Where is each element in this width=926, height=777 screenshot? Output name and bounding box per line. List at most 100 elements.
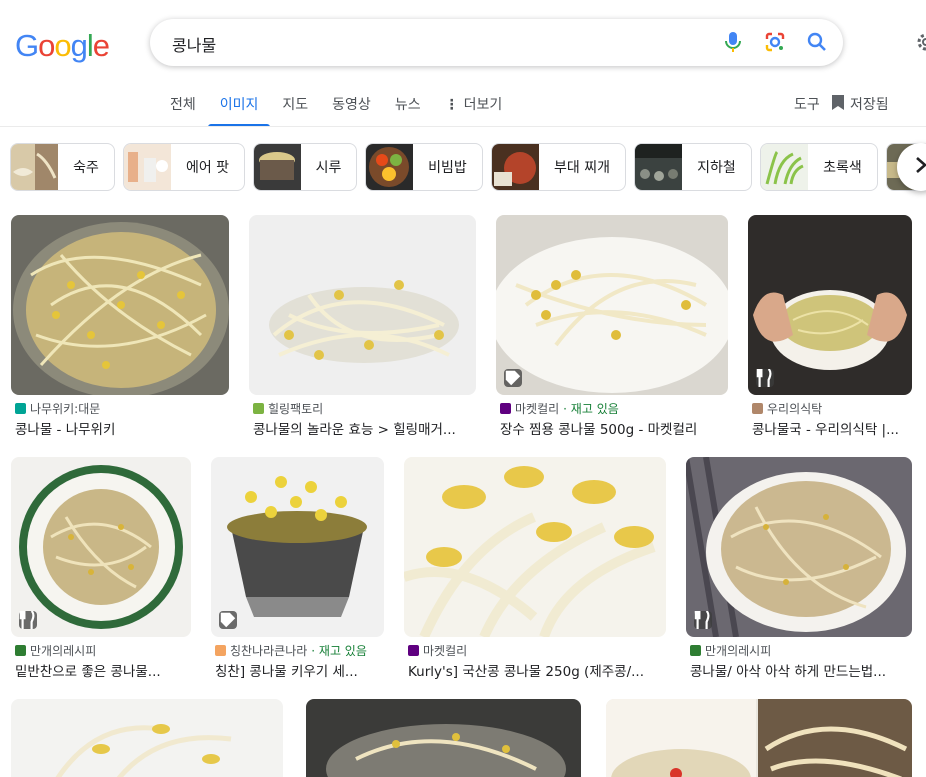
- logo-letter: g: [70, 28, 88, 63]
- source-name: 마켓컬리: [423, 644, 468, 658]
- tab-label: 더보기: [463, 97, 503, 113]
- tools-button[interactable]: 도구: [794, 94, 820, 114]
- tab-label: 동영상: [332, 97, 371, 113]
- tab-label: 뉴스: [394, 97, 421, 113]
- chip-subway[interactable]: 지하철: [634, 143, 752, 191]
- chip-airpod[interactable]: 에어 팟: [123, 143, 245, 191]
- shopping-tag-icon: [504, 369, 522, 387]
- search-box[interactable]: 콩나물: [150, 19, 843, 66]
- site-favicon: [752, 403, 763, 414]
- result-image[interactable]: [748, 215, 912, 395]
- search-input[interactable]: 콩나물: [172, 32, 216, 56]
- chip-label: 숙주: [73, 160, 99, 176]
- chip-bibimbap[interactable]: 비빔밥: [365, 143, 483, 191]
- chip-green[interactable]: 초록색: [760, 143, 878, 191]
- result-image[interactable]: [11, 215, 229, 395]
- chip-thumbnail: [761, 144, 808, 190]
- tab-more[interactable]: ⋮ 더보기: [433, 84, 515, 127]
- gear-icon[interactable]: [914, 30, 926, 54]
- tab-maps[interactable]: 지도: [270, 84, 320, 127]
- logo-letter: o: [54, 28, 71, 63]
- result-title[interactable]: 밑반찬으로 좋은 콩나물...: [15, 660, 191, 680]
- result-source[interactable]: 나무위키:대문: [15, 400, 229, 417]
- more-vert-icon: ⋮: [444, 97, 459, 113]
- chip-thumbnail: [124, 144, 171, 190]
- result-image[interactable]: [496, 215, 728, 395]
- result-title[interactable]: 장수 찜용 콩나물 500g - 마켓컬리: [500, 418, 728, 438]
- chip-label: 에어 팟: [185, 160, 230, 176]
- source-name: 우리의식탁: [767, 402, 823, 416]
- source-name: 힐링팩토리: [268, 402, 324, 416]
- chevron-right-icon: [914, 156, 926, 178]
- tab-images[interactable]: 이미지: [207, 84, 271, 127]
- tab-label: 이미지: [219, 97, 259, 113]
- chip-thumbnail: [254, 144, 301, 190]
- recipe-icon: [756, 369, 774, 387]
- shopping-tag-icon: [219, 611, 237, 629]
- related-chips: 숙주 에어 팟 시루 비빔밥 부대 찌개 지하철 초록색: [10, 143, 926, 191]
- chip-budae-jjigae[interactable]: 부대 찌개: [491, 143, 626, 191]
- chip-thumbnail: [635, 144, 682, 190]
- site-favicon: [408, 645, 419, 656]
- result-source[interactable]: 만개의레시피: [690, 642, 912, 659]
- tab-all[interactable]: 전체: [170, 84, 208, 127]
- chip-label: 부대 찌개: [554, 160, 610, 176]
- result-source[interactable]: 우리의식탁: [752, 400, 912, 417]
- google-logo[interactable]: Google: [15, 28, 110, 64]
- chip-label: 초록색: [823, 160, 862, 176]
- header-divider: [0, 126, 926, 127]
- source-name: 만개의레시피: [705, 644, 772, 658]
- result-source[interactable]: 만개의레시피: [15, 642, 191, 659]
- result-image[interactable]: [211, 457, 384, 637]
- stock-status: · 재고 있음: [311, 644, 367, 658]
- mic-icon[interactable]: [721, 30, 745, 54]
- result-title[interactable]: 콩나물국 - 우리의식탁 |...: [752, 418, 912, 438]
- site-favicon: [500, 403, 511, 414]
- search-tabs: 전체 이미지 지도 동영상 뉴스 ⋮ 더보기: [170, 84, 514, 127]
- recipe-icon: [19, 611, 37, 629]
- saved-button[interactable]: 저장됨: [832, 94, 889, 114]
- site-favicon: [15, 403, 26, 414]
- result-image[interactable]: [11, 699, 283, 777]
- logo-letter: o: [38, 28, 55, 63]
- stock-status: · 재고 있음: [563, 402, 619, 416]
- result-image[interactable]: [606, 699, 912, 777]
- source-name: 나무위키:대문: [30, 402, 101, 416]
- source-name: 만개의레시피: [30, 644, 97, 658]
- recipe-icon: [694, 611, 712, 629]
- result-title[interactable]: 콩나물의 놀라운 효능 > 힐링매거...: [253, 418, 476, 438]
- site-favicon: [215, 645, 226, 656]
- chip-siru[interactable]: 시루: [253, 143, 357, 191]
- search-icon[interactable]: [805, 30, 829, 54]
- site-favicon: [253, 403, 264, 414]
- result-image[interactable]: [306, 699, 581, 777]
- result-source[interactable]: 힐링팩토리: [253, 400, 476, 417]
- result-source[interactable]: 마켓컬리: [408, 642, 666, 659]
- lens-icon[interactable]: [763, 30, 787, 54]
- source-name: 마켓컬리: [515, 402, 560, 416]
- result-title[interactable]: 콩나물 - 나무위키: [15, 418, 229, 438]
- tab-videos[interactable]: 동영상: [320, 84, 383, 127]
- result-image[interactable]: [11, 457, 191, 637]
- tab-news[interactable]: 뉴스: [383, 84, 433, 127]
- chip-sukju[interactable]: 숙주: [10, 143, 115, 191]
- tab-label: 전체: [170, 97, 196, 113]
- chip-thumbnail: [492, 144, 539, 190]
- source-name: 칭찬나라큰나라: [230, 644, 308, 658]
- site-favicon: [15, 645, 26, 656]
- logo-letter: e: [92, 28, 110, 63]
- result-title[interactable]: Kurly's] 국산콩 콩나물 250g (제주콩/...: [408, 660, 666, 680]
- result-title[interactable]: 콩나물/ 아삭 아삭 하게 만드는법...: [690, 660, 912, 680]
- result-title[interactable]: 칭찬] 콩나물 키우기 세...: [215, 660, 384, 680]
- result-image[interactable]: [404, 457, 666, 637]
- bookmark-icon: [832, 94, 844, 114]
- chip-thumbnail: [11, 144, 58, 190]
- logo-letter: G: [15, 28, 39, 63]
- result-source[interactable]: 칭찬나라큰나라 · 재고 있음: [215, 642, 384, 659]
- result-image[interactable]: [686, 457, 912, 637]
- chip-label: 지하철: [697, 160, 736, 176]
- result-source[interactable]: 마켓컬리 · 재고 있음: [500, 400, 728, 417]
- tab-label: 지도: [282, 97, 309, 113]
- result-image[interactable]: [249, 215, 476, 395]
- chip-label: 비빔밥: [428, 160, 467, 176]
